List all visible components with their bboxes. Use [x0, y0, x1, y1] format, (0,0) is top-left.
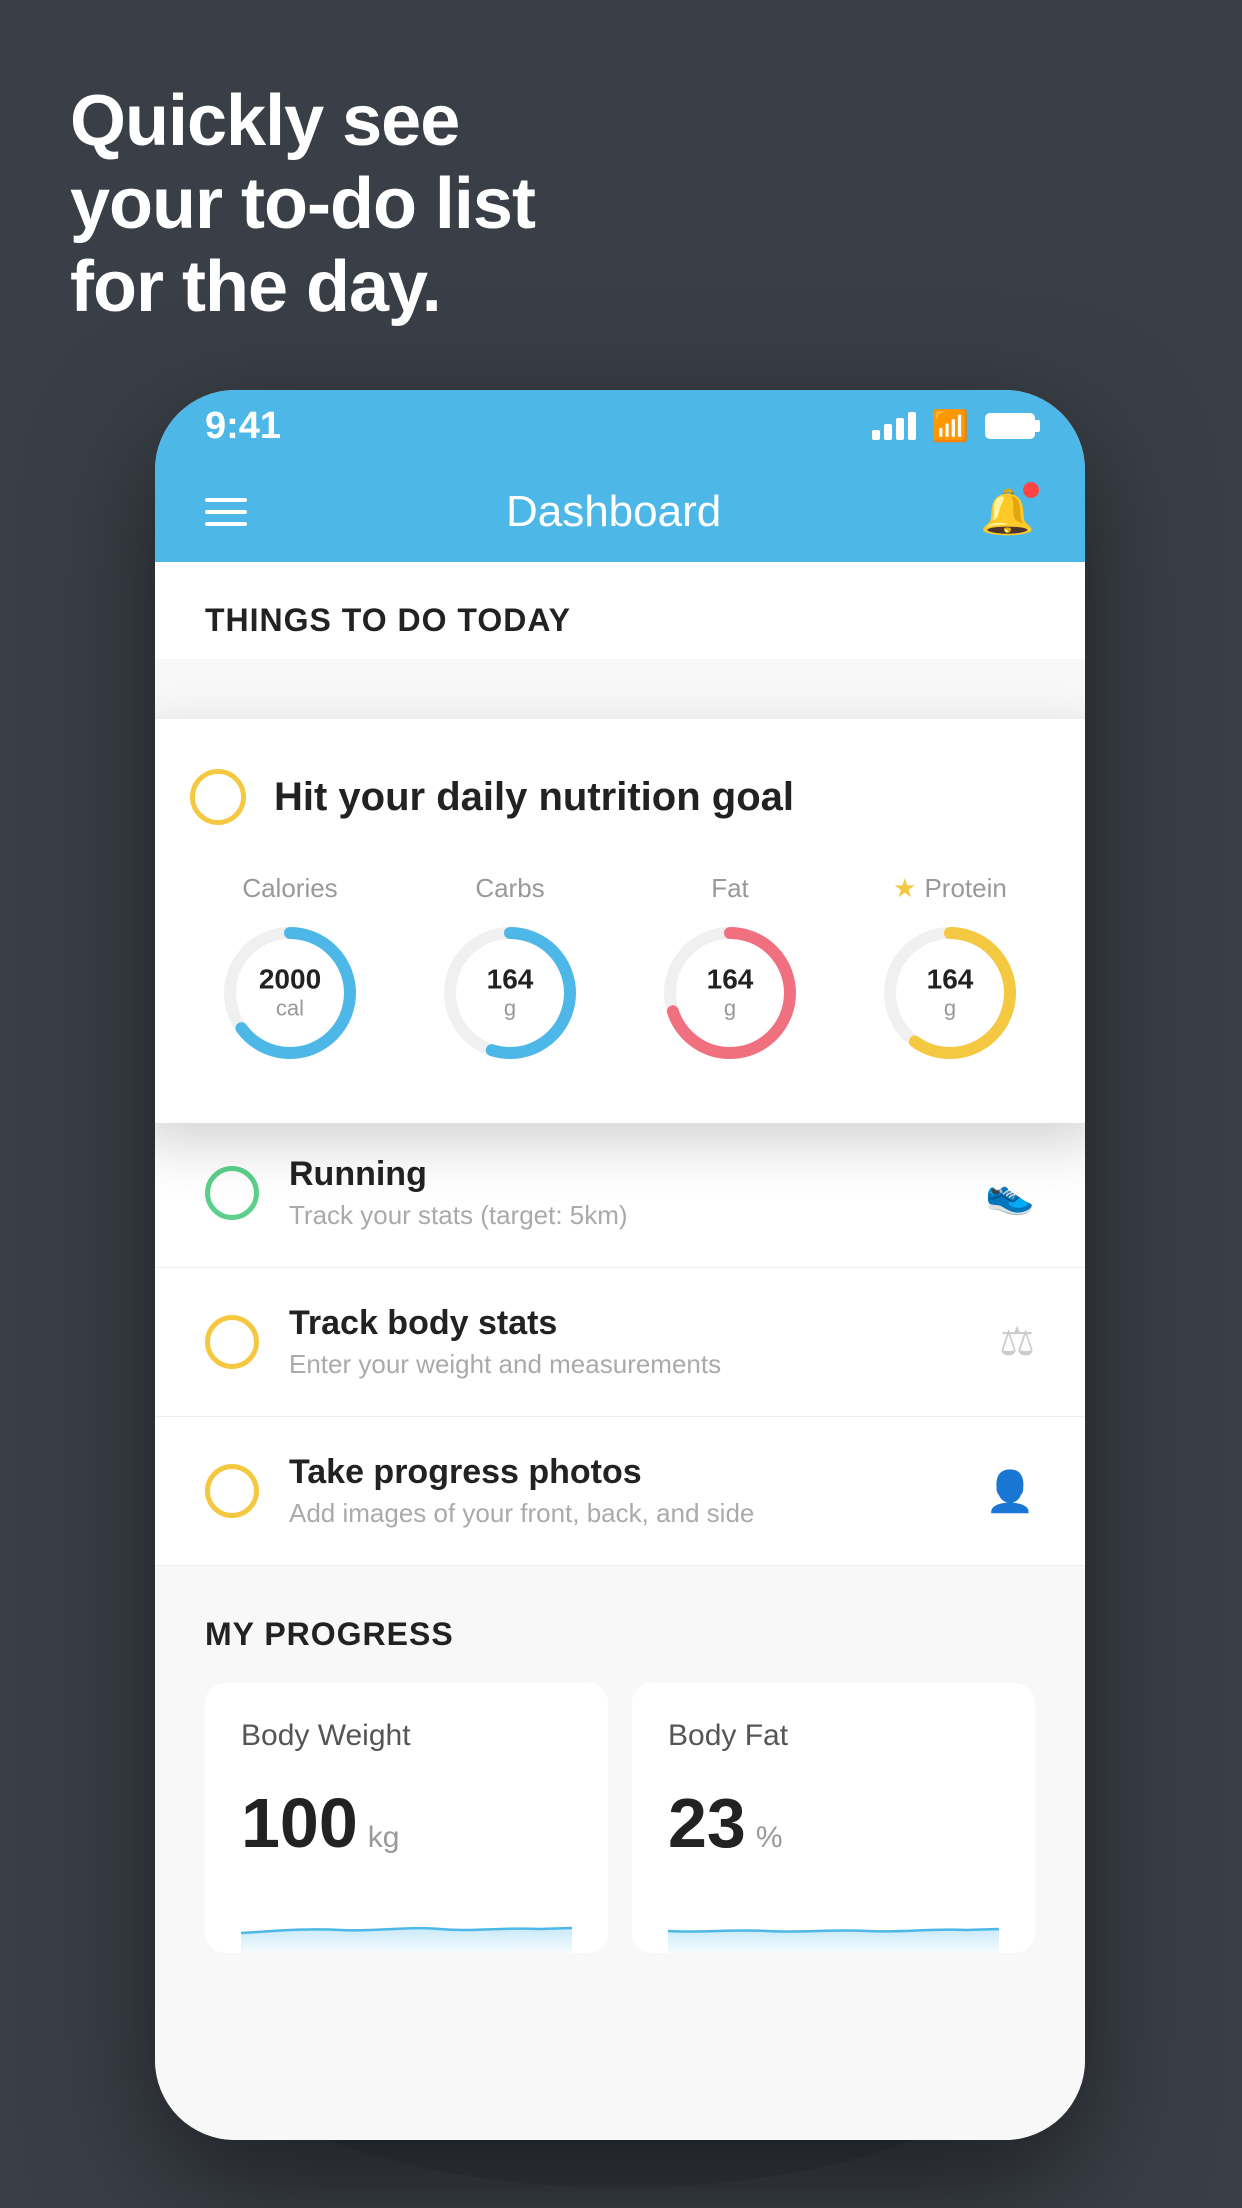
todo-stats-title: Track body stats: [289, 1304, 969, 1343]
nutrition-card-title: Hit your daily nutrition goal: [274, 775, 794, 820]
signal-icon: [872, 412, 916, 440]
protein-label: ★ Protein: [893, 873, 1007, 904]
carbs-donut: 164 g: [435, 918, 585, 1068]
main-content: THINGS TO DO TODAY Hit your daily nutrit…: [155, 562, 1085, 2140]
hero-line3: for the day.: [70, 246, 535, 329]
wifi-icon: 📶: [932, 409, 969, 444]
body-fat-title: Body Fat: [668, 1719, 999, 1753]
menu-button[interactable]: [205, 498, 247, 526]
nutrition-fat: Fat 164 g: [655, 873, 805, 1068]
todo-body-stats[interactable]: Track body stats Enter your weight and m…: [155, 1268, 1085, 1417]
phone-wrapper: 9:41 📶 Dashboard 🔔: [155, 390, 1085, 2140]
todo-running-title: Running: [289, 1155, 955, 1194]
hero-line2: your to-do list: [70, 163, 535, 246]
fat-donut: 164 g: [655, 918, 805, 1068]
phone-shell: 9:41 📶 Dashboard 🔔: [155, 390, 1085, 2140]
todo-running-sub: Track your stats (target: 5km): [289, 1200, 955, 1231]
todo-photos-title: Take progress photos: [289, 1453, 955, 1492]
todo-list: Running Track your stats (target: 5km) 👟…: [155, 1119, 1085, 1566]
status-bar: 9:41 📶: [155, 390, 1085, 462]
nav-bar: Dashboard 🔔: [155, 462, 1085, 562]
things-section-header: THINGS TO DO TODAY: [155, 562, 1085, 659]
calories-donut: 2000 cal: [215, 918, 365, 1068]
body-weight-card[interactable]: Body Weight 100 kg: [205, 1683, 608, 1953]
body-weight-chart: [241, 1893, 572, 1953]
body-weight-value-row: 100 kg: [241, 1783, 572, 1863]
todo-stats-circle: [205, 1315, 259, 1369]
protein-donut: 164 g: [875, 918, 1025, 1068]
carbs-label: Carbs: [475, 873, 544, 904]
nav-title: Dashboard: [506, 487, 721, 537]
todo-photos-circle: [205, 1464, 259, 1518]
fat-label: Fat: [711, 873, 749, 904]
nutrition-protein: ★ Protein 164 g: [875, 873, 1025, 1068]
todo-photos-sub: Add images of your front, back, and side: [289, 1498, 955, 1529]
progress-header: MY PROGRESS: [205, 1616, 1035, 1653]
battery-icon: [985, 413, 1035, 439]
progress-section: MY PROGRESS Body Weight 100 kg: [155, 1566, 1085, 1953]
body-fat-value-row: 23 %: [668, 1783, 999, 1863]
scale-icon: ⚖: [999, 1319, 1035, 1365]
status-time: 9:41: [205, 405, 281, 448]
notification-badge: [1023, 482, 1039, 498]
hero-text: Quickly see your to-do list for the day.: [70, 80, 535, 328]
body-weight-unit: kg: [368, 1821, 400, 1855]
nutrition-calories: Calories 2000 cal: [215, 873, 365, 1068]
photo-icon: 👤: [985, 1468, 1035, 1515]
body-fat-chart: [668, 1893, 999, 1953]
todo-photos[interactable]: Take progress photos Add images of your …: [155, 1417, 1085, 1566]
todo-running-circle: [205, 1166, 259, 1220]
body-weight-title: Body Weight: [241, 1719, 572, 1753]
nutrition-row: Calories 2000 cal: [190, 873, 1050, 1068]
progress-cards: Body Weight 100 kg: [205, 1683, 1035, 1953]
nutrition-check-circle[interactable]: [190, 769, 246, 825]
status-icons: 📶: [872, 409, 1035, 444]
calories-label: Calories: [242, 873, 337, 904]
star-icon: ★: [893, 873, 916, 904]
body-fat-card[interactable]: Body Fat 23 %: [632, 1683, 1035, 1953]
body-fat-value: 23: [668, 1783, 746, 1863]
todo-stats-sub: Enter your weight and measurements: [289, 1349, 969, 1380]
nutrition-carbs: Carbs 164 g: [435, 873, 585, 1068]
nutrition-card: Hit your daily nutrition goal Calories: [155, 719, 1085, 1123]
running-icon: 👟: [985, 1170, 1035, 1217]
notification-button[interactable]: 🔔: [980, 486, 1035, 538]
body-fat-unit: %: [756, 1821, 783, 1855]
body-weight-value: 100: [241, 1783, 358, 1863]
hero-line1: Quickly see: [70, 80, 535, 163]
todo-running[interactable]: Running Track your stats (target: 5km) 👟: [155, 1119, 1085, 1268]
card-title-row: Hit your daily nutrition goal: [190, 769, 1050, 825]
